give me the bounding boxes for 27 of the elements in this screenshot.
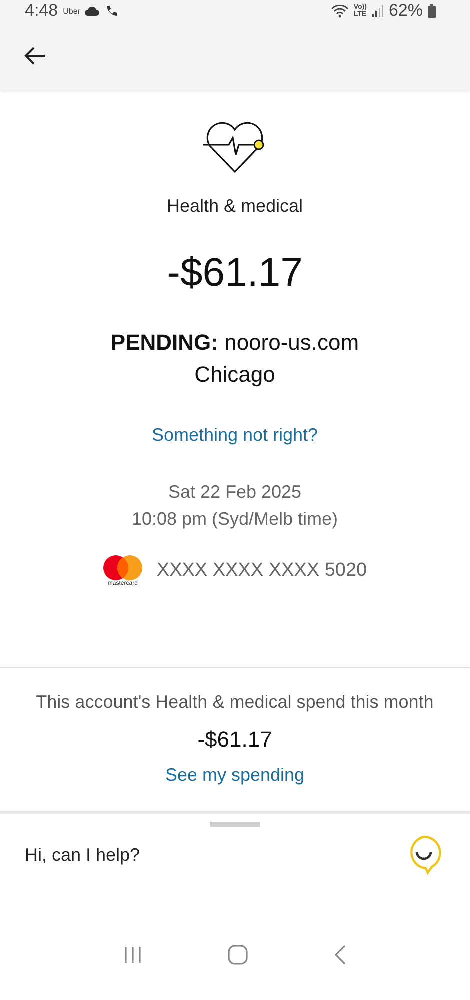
back-icon[interactable] — [333, 945, 348, 965]
transaction-amount: -$61.17 — [167, 251, 303, 296]
recent-apps-icon[interactable] — [122, 945, 143, 965]
wifi-icon — [330, 4, 349, 18]
battery-percent: 62% — [388, 1, 423, 21]
app-label: Uber — [63, 6, 80, 16]
back-arrow-icon[interactable] — [24, 47, 46, 65]
home-icon[interactable] — [228, 945, 248, 965]
merchant-name: nooro-us.com — [224, 330, 360, 355]
transaction-time: 10:08 pm (Syd/Melb time) — [132, 508, 338, 531]
cloud-icon — [85, 6, 100, 16]
card-number: XXXX XXXX XXXX 5020 — [156, 560, 368, 582]
merchant-location: Chicago — [194, 362, 276, 388]
drag-handle[interactable] — [210, 822, 260, 827]
overlapping-circles-icon — [102, 555, 143, 581]
status-time: 4:48 — [25, 1, 58, 21]
category-label: Health & medical — [166, 196, 304, 217]
spend-amount: -$61.17 — [198, 727, 272, 753]
transaction-date: Sat 22 Feb 2025 — [168, 481, 302, 504]
battery-icon — [428, 4, 436, 18]
phone-icon — [105, 4, 118, 18]
spending-link[interactable]: See my spending — [165, 765, 305, 786]
assistant-prompt[interactable]: Hi, can I help? — [25, 844, 140, 866]
signal-icon — [372, 5, 384, 17]
status-label: PENDING: — [110, 330, 218, 355]
help-link[interactable]: Something not right? — [152, 425, 318, 446]
spend-summary-text: This account's Health & medical spend this month — [36, 692, 434, 713]
